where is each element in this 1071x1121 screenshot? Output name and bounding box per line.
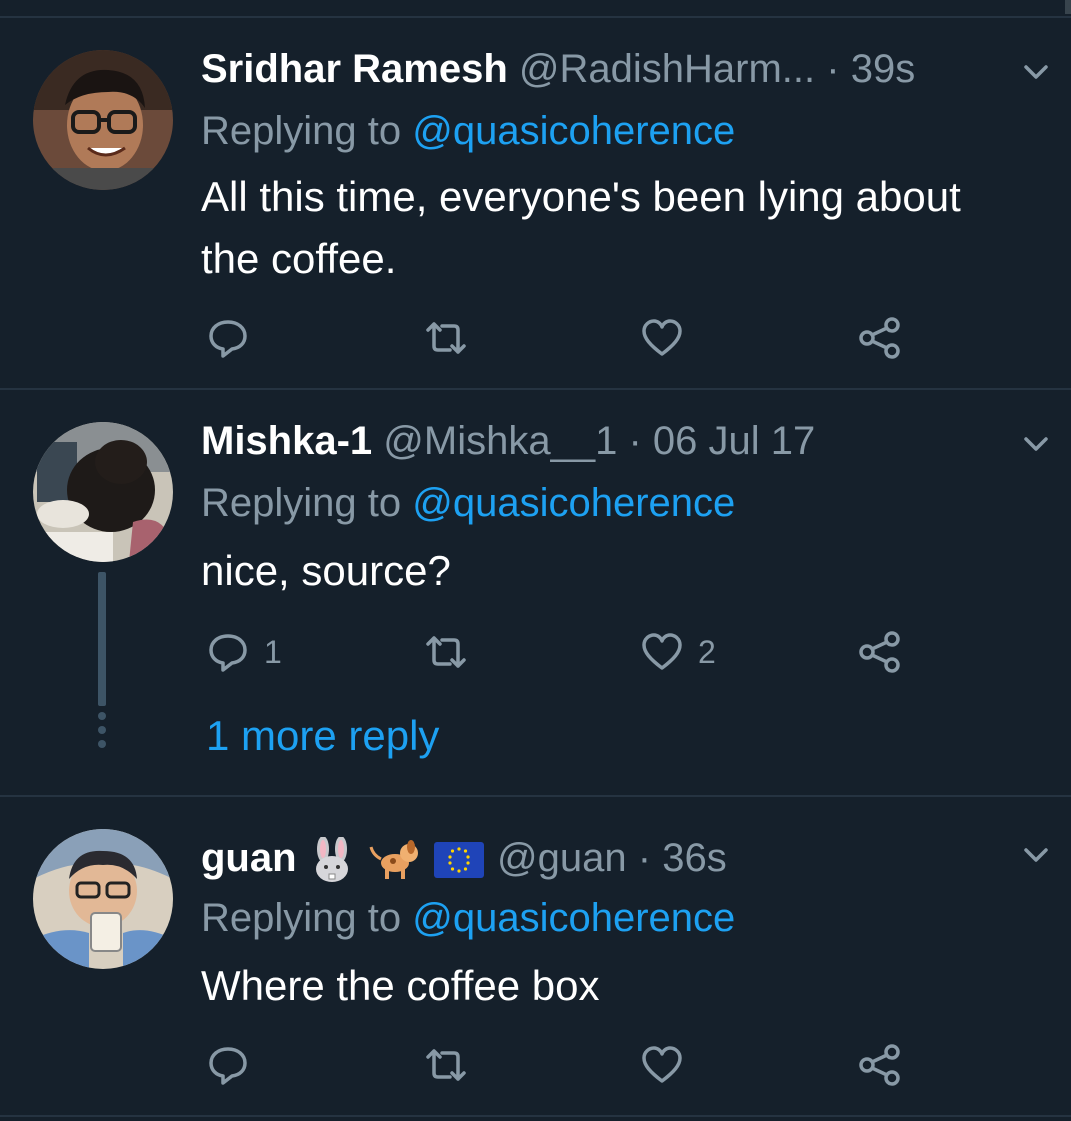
replying-to-label: Replying to — [201, 109, 402, 153]
replying-to-label: Replying to — [201, 481, 402, 525]
separator-dot: · — [826, 47, 840, 91]
replying-to: Replying to @quasicoherence — [201, 893, 735, 943]
chevron-down-icon[interactable] — [1018, 426, 1054, 462]
reply-icon — [209, 320, 247, 358]
thread-dots — [97, 712, 107, 754]
heart-icon — [642, 1046, 682, 1083]
retweet-icon — [426, 1049, 466, 1081]
like-button[interactable]: 2 — [640, 630, 716, 674]
replying-to-mention[interactable]: @quasicoherence — [412, 109, 735, 153]
like-count: 2 — [698, 633, 716, 670]
replying-to-label: Replying to — [201, 896, 402, 940]
share-icon — [859, 317, 900, 359]
dog-icon — [369, 840, 418, 880]
tweet-text: All this time, everyone's been lying abo… — [201, 166, 1041, 290]
heart-icon — [642, 633, 682, 670]
share-icon — [859, 1044, 900, 1086]
reply-button[interactable] — [206, 1043, 264, 1087]
retweet-button[interactable] — [422, 1043, 484, 1087]
share-button[interactable] — [858, 1043, 902, 1087]
tweet-header: guan @guan · 36s — [201, 833, 727, 883]
display-name[interactable]: guan — [201, 836, 297, 880]
rabbit-face-icon — [315, 837, 348, 883]
reply-icon — [209, 634, 247, 672]
retweet-icon — [426, 322, 466, 354]
display-name[interactable]: Sridhar Ramesh — [201, 47, 508, 91]
like-button[interactable] — [640, 1043, 698, 1087]
tweet-text-line: Where the coffee box — [201, 962, 600, 1009]
tweet-guan[interactable]: guan @guan · 36s Replying to @quasicoher… — [0, 797, 1071, 1115]
avatar[interactable] — [33, 50, 173, 190]
timestamp[interactable]: 06 Jul 17 — [653, 419, 815, 463]
replying-to: Replying to @quasicoherence — [201, 106, 735, 156]
tweet-mishka[interactable]: Mishka-1 @Mishka__1 · 06 Jul 17 Replying… — [0, 390, 1071, 795]
tweet-text-line: All this time, everyone's been lying abo… — [201, 173, 961, 220]
display-name[interactable]: Mishka-1 — [201, 419, 372, 463]
like-button[interactable] — [640, 316, 698, 360]
retweet-icon — [426, 636, 466, 668]
share-icon — [859, 631, 900, 673]
tweet-header: Sridhar Ramesh @RadishHarm... · 39s — [201, 44, 915, 94]
heart-icon — [642, 319, 682, 356]
retweet-button[interactable] — [422, 316, 484, 360]
tweet-text: nice, source? — [201, 540, 1041, 602]
tweet-text-line: the coffee. — [201, 235, 397, 282]
avatar[interactable] — [33, 422, 173, 562]
thread-connector — [98, 572, 106, 706]
tweet-text: Where the coffee box — [201, 955, 1041, 1017]
chevron-down-icon[interactable] — [1018, 837, 1054, 873]
reply-count: 1 — [264, 633, 282, 670]
tweet-text-line: nice, source? — [201, 547, 451, 594]
avatar[interactable] — [33, 829, 173, 969]
reply-icon — [209, 1047, 247, 1085]
retweet-button[interactable] — [422, 630, 484, 674]
share-button[interactable] — [858, 630, 902, 674]
tweet-divider — [0, 1115, 1071, 1117]
separator-dot: · — [637, 836, 652, 880]
user-handle[interactable]: @guan — [497, 836, 627, 880]
separator-dot: · — [628, 419, 642, 463]
user-handle[interactable]: @RadishHarm... — [519, 47, 815, 91]
replying-to-mention[interactable]: @quasicoherence — [412, 896, 735, 940]
tweet-sridhar[interactable]: Sridhar Ramesh @RadishHarm... · 39s Repl… — [0, 0, 1071, 388]
timestamp[interactable]: 36s — [662, 836, 727, 880]
more-replies-link[interactable]: 1 more reply — [206, 710, 439, 762]
user-handle[interactable]: @Mishka__1 — [383, 419, 617, 463]
reply-button[interactable]: 1 — [206, 630, 282, 674]
replying-to: Replying to @quasicoherence — [201, 478, 735, 528]
reply-button[interactable] — [206, 316, 264, 360]
tweet-header: Mishka-1 @Mishka__1 · 06 Jul 17 — [201, 416, 815, 466]
timestamp[interactable]: 39s — [851, 47, 916, 91]
eu-flag-icon — [433, 842, 484, 879]
replying-to-mention[interactable]: @quasicoherence — [412, 481, 735, 525]
chevron-down-icon[interactable] — [1018, 54, 1054, 90]
share-button[interactable] — [858, 316, 902, 360]
